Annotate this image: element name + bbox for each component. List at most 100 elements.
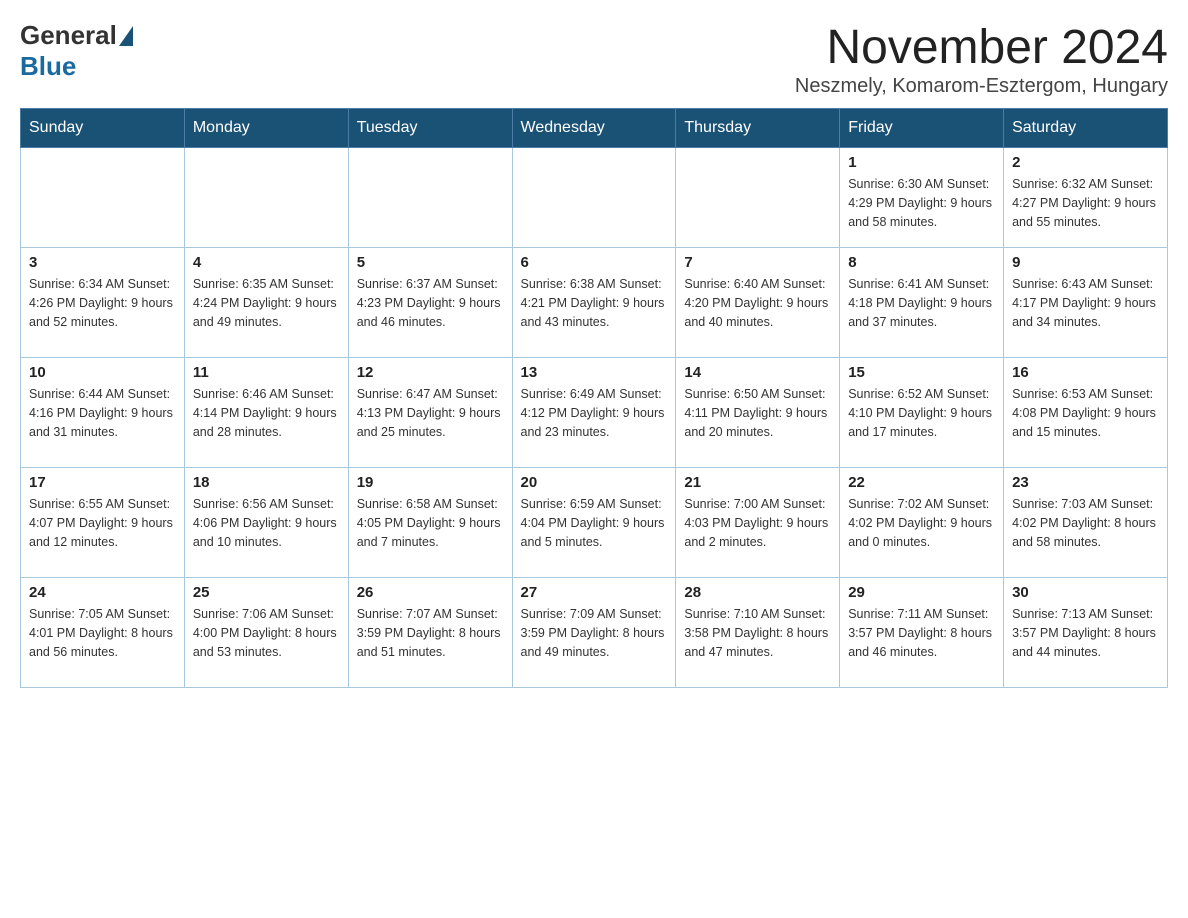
day-cell-3-3: 20 Sunrise: 6:59 AM Sunset: 4:04 PM Dayli…	[512, 468, 676, 578]
day-info: Sunrise: 7:00 AM Sunset: 4:03 PM Dayligh…	[684, 495, 831, 551]
day-number: 18	[193, 474, 340, 491]
day-cell-0-0	[21, 148, 185, 248]
day-info: Sunrise: 6:43 AM Sunset: 4:17 PM Dayligh…	[1012, 275, 1159, 331]
day-cell-0-3	[512, 148, 676, 248]
day-number: 21	[684, 474, 831, 491]
day-info: Sunrise: 6:37 AM Sunset: 4:23 PM Dayligh…	[357, 275, 504, 331]
day-cell-3-6: 23 Sunrise: 7:03 AM Sunset: 4:02 PM Dayli…	[1004, 468, 1168, 578]
week-row-3: 10Sunrise: 6:44 AM Sunset: 4:16 PM Dayli…	[21, 358, 1168, 468]
day-cell-1-5: 8 Sunrise: 6:41 AM Sunset: 4:18 PM Daylig…	[840, 248, 1004, 358]
day-number: 9	[1012, 254, 1159, 271]
day-info: Sunrise: 6:34 AM Sunset: 4:26 PM Dayligh…	[29, 275, 176, 331]
day-info: Sunrise: 7:10 AM Sunset: 3:58 PM Dayligh…	[684, 605, 831, 661]
day-number: 22	[848, 474, 995, 491]
day-number: 3	[29, 254, 176, 271]
day-info: Sunrise: 7:05 AM Sunset: 4:01 PM Dayligh…	[29, 605, 176, 661]
day-number: 7	[684, 254, 831, 271]
day-cell-1-0: 3 Sunrise: 6:34 AM Sunset: 4:26 PM Daylig…	[21, 248, 185, 358]
day-cell-1-2: 5 Sunrise: 6:37 AM Sunset: 4:23 PM Daylig…	[348, 248, 512, 358]
logo: General Blue	[20, 20, 135, 82]
day-number: 24	[29, 584, 176, 601]
day-number: 2	[1012, 154, 1159, 171]
location-title: Neszmely, Komarom-Esztergom, Hungary	[795, 75, 1168, 98]
day-number: 27	[521, 584, 668, 601]
header-friday: Friday	[840, 109, 1004, 148]
day-number: 20	[521, 474, 668, 491]
day-info: Sunrise: 6:41 AM Sunset: 4:18 PM Dayligh…	[848, 275, 995, 331]
day-cell-3-5: 22Sunrise: 7:02 AM Sunset: 4:02 PM Dayli…	[840, 468, 1004, 578]
title-section: November 2024 Neszmely, Komarom-Esztergo…	[795, 20, 1168, 98]
day-number: 5	[357, 254, 504, 271]
day-info: Sunrise: 7:11 AM Sunset: 3:57 PM Dayligh…	[848, 605, 995, 661]
header-saturday: Saturday	[1004, 109, 1168, 148]
day-cell-4-0: 24 Sunrise: 7:05 AM Sunset: 4:01 PM Dayli…	[21, 578, 185, 688]
day-number: 15	[848, 364, 995, 381]
day-cell-2-2: 12 Sunrise: 6:47 AM Sunset: 4:13 PM Dayli…	[348, 358, 512, 468]
day-number: 12	[357, 364, 504, 381]
day-info: Sunrise: 6:30 AM Sunset: 4:29 PM Dayligh…	[848, 175, 995, 231]
day-info: Sunrise: 6:40 AM Sunset: 4:20 PM Dayligh…	[684, 275, 831, 331]
week-row-2: 3 Sunrise: 6:34 AM Sunset: 4:26 PM Daylig…	[21, 248, 1168, 358]
calendar-table: SundayMondayTuesdayWednesdayThursdayFrid…	[20, 108, 1168, 688]
logo-blue-text: Blue	[20, 51, 76, 82]
day-number: 25	[193, 584, 340, 601]
day-cell-1-3: 6 Sunrise: 6:38 AM Sunset: 4:21 PM Daylig…	[512, 248, 676, 358]
day-info: Sunrise: 6:59 AM Sunset: 4:04 PM Dayligh…	[521, 495, 668, 551]
week-row-5: 24 Sunrise: 7:05 AM Sunset: 4:01 PM Dayli…	[21, 578, 1168, 688]
day-number: 8	[848, 254, 995, 271]
day-number: 30	[1012, 584, 1159, 601]
day-info: Sunrise: 7:13 AM Sunset: 3:57 PM Dayligh…	[1012, 605, 1159, 661]
day-cell-0-4	[676, 148, 840, 248]
calendar-header-row: SundayMondayTuesdayWednesdayThursdayFrid…	[21, 109, 1168, 148]
day-cell-4-2: 26 Sunrise: 7:07 AM Sunset: 3:59 PM Dayli…	[348, 578, 512, 688]
day-info: Sunrise: 6:47 AM Sunset: 4:13 PM Dayligh…	[357, 385, 504, 441]
week-row-1: 1 Sunrise: 6:30 AM Sunset: 4:29 PM Daylig…	[21, 148, 1168, 248]
header-thursday: Thursday	[676, 109, 840, 148]
day-cell-2-0: 10Sunrise: 6:44 AM Sunset: 4:16 PM Dayli…	[21, 358, 185, 468]
day-cell-0-5: 1 Sunrise: 6:30 AM Sunset: 4:29 PM Daylig…	[840, 148, 1004, 248]
day-cell-3-4: 21 Sunrise: 7:00 AM Sunset: 4:03 PM Dayli…	[676, 468, 840, 578]
day-info: Sunrise: 6:55 AM Sunset: 4:07 PM Dayligh…	[29, 495, 176, 551]
day-info: Sunrise: 7:07 AM Sunset: 3:59 PM Dayligh…	[357, 605, 504, 661]
day-info: Sunrise: 6:50 AM Sunset: 4:11 PM Dayligh…	[684, 385, 831, 441]
day-cell-4-6: 30 Sunrise: 7:13 AM Sunset: 3:57 PM Dayli…	[1004, 578, 1168, 688]
day-cell-2-3: 13Sunrise: 6:49 AM Sunset: 4:12 PM Dayli…	[512, 358, 676, 468]
day-info: Sunrise: 6:35 AM Sunset: 4:24 PM Dayligh…	[193, 275, 340, 331]
day-info: Sunrise: 6:53 AM Sunset: 4:08 PM Dayligh…	[1012, 385, 1159, 441]
day-number: 11	[193, 364, 340, 381]
header-sunday: Sunday	[21, 109, 185, 148]
day-number: 4	[193, 254, 340, 271]
day-cell-3-1: 18Sunrise: 6:56 AM Sunset: 4:06 PM Dayli…	[184, 468, 348, 578]
day-cell-4-3: 27Sunrise: 7:09 AM Sunset: 3:59 PM Dayli…	[512, 578, 676, 688]
day-number: 17	[29, 474, 176, 491]
day-cell-2-6: 16Sunrise: 6:53 AM Sunset: 4:08 PM Dayli…	[1004, 358, 1168, 468]
day-info: Sunrise: 6:58 AM Sunset: 4:05 PM Dayligh…	[357, 495, 504, 551]
logo-general-text: General	[20, 20, 117, 51]
day-number: 19	[357, 474, 504, 491]
day-number: 29	[848, 584, 995, 601]
day-cell-4-5: 29 Sunrise: 7:11 AM Sunset: 3:57 PM Dayli…	[840, 578, 1004, 688]
day-cell-4-1: 25Sunrise: 7:06 AM Sunset: 4:00 PM Dayli…	[184, 578, 348, 688]
day-number: 26	[357, 584, 504, 601]
day-number: 6	[521, 254, 668, 271]
header-monday: Monday	[184, 109, 348, 148]
day-info: Sunrise: 6:44 AM Sunset: 4:16 PM Dayligh…	[29, 385, 176, 441]
day-cell-2-5: 15 Sunrise: 6:52 AM Sunset: 4:10 PM Dayli…	[840, 358, 1004, 468]
header-wednesday: Wednesday	[512, 109, 676, 148]
day-info: Sunrise: 6:32 AM Sunset: 4:27 PM Dayligh…	[1012, 175, 1159, 231]
day-info: Sunrise: 6:38 AM Sunset: 4:21 PM Dayligh…	[521, 275, 668, 331]
day-info: Sunrise: 7:03 AM Sunset: 4:02 PM Dayligh…	[1012, 495, 1159, 551]
day-info: Sunrise: 6:52 AM Sunset: 4:10 PM Dayligh…	[848, 385, 995, 441]
day-number: 23	[1012, 474, 1159, 491]
day-cell-1-4: 7 Sunrise: 6:40 AM Sunset: 4:20 PM Daylig…	[676, 248, 840, 358]
logo-triangle-icon	[119, 26, 133, 46]
day-number: 1	[848, 154, 995, 171]
day-cell-0-2	[348, 148, 512, 248]
day-cell-1-6: 9 Sunrise: 6:43 AM Sunset: 4:17 PM Daylig…	[1004, 248, 1168, 358]
page-header: General Blue November 2024 Neszmely, Kom…	[20, 20, 1168, 98]
day-cell-0-1	[184, 148, 348, 248]
day-cell-0-6: 2 Sunrise: 6:32 AM Sunset: 4:27 PM Daylig…	[1004, 148, 1168, 248]
day-number: 13	[521, 364, 668, 381]
day-cell-3-0: 17 Sunrise: 6:55 AM Sunset: 4:07 PM Dayli…	[21, 468, 185, 578]
day-cell-3-2: 19 Sunrise: 6:58 AM Sunset: 4:05 PM Dayli…	[348, 468, 512, 578]
